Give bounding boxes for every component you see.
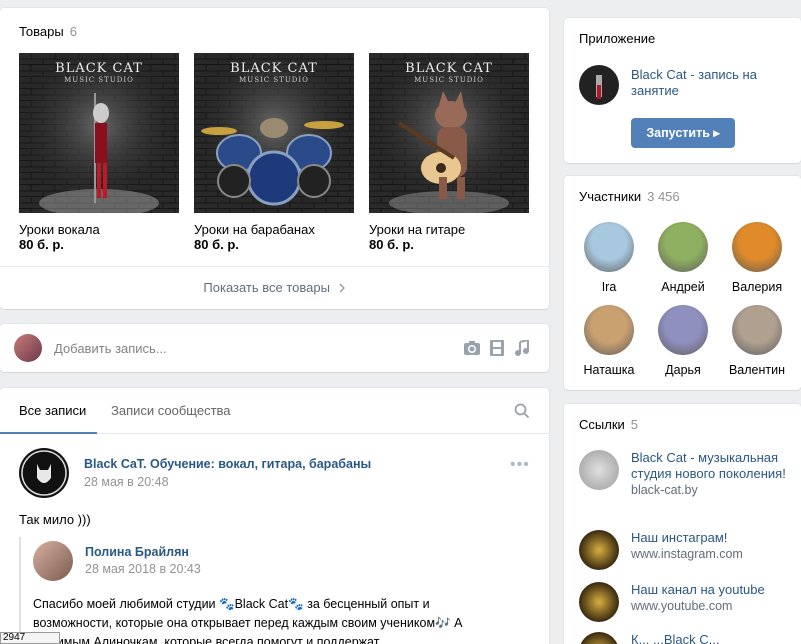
member-avatar[interactable]: [584, 305, 634, 355]
products-title[interactable]: Товары 6: [19, 24, 77, 39]
camera-icon[interactable]: [463, 340, 481, 356]
music-icon[interactable]: [515, 340, 529, 356]
member-name[interactable]: Ira: [574, 280, 644, 294]
link-avatar: [579, 530, 619, 570]
product-price: 80 б. р.: [19, 237, 64, 252]
app-card: Приложение Black Cat - запись на занятие…: [564, 18, 801, 163]
product-price: 80 б. р.: [369, 237, 414, 252]
links-title[interactable]: Ссылки 5: [579, 417, 638, 432]
link-title[interactable]: Наш канал на youtube: [631, 582, 791, 598]
tab-community-posts[interactable]: Записи сообщества: [111, 403, 231, 418]
product-item[interactable]: BLACK CAT MUSIC STUDIO Уроки на гитаре 8…: [369, 53, 529, 252]
link-url: black-cat.by: [631, 483, 698, 497]
member-name[interactable]: Андрей: [648, 280, 718, 294]
link-item[interactable]: Black Cat - музыкальная студия нового по…: [579, 450, 789, 522]
product-name[interactable]: Уроки вокала: [19, 222, 179, 237]
video-icon[interactable]: [490, 340, 504, 356]
divider: [0, 266, 549, 267]
member-name[interactable]: Наташка: [574, 363, 644, 377]
search-icon[interactable]: [514, 403, 530, 419]
repost-text: Спасибо моей любимой студии 🐾Black Cat🐾 …: [33, 597, 463, 644]
link-avatar: [579, 632, 619, 644]
avatar[interactable]: [14, 334, 42, 362]
product-image[interactable]: BLACK CAT MUSIC STUDIO: [19, 53, 179, 213]
launch-app-button[interactable]: Запустить ▸: [631, 118, 735, 148]
repost-time[interactable]: 28 мая 2018 в 20:43: [85, 562, 201, 576]
link-title[interactable]: Black Cat - музыкальная студия нового по…: [631, 450, 791, 482]
member-item[interactable]: Валентин: [722, 305, 792, 377]
active-tab-indicator: [0, 432, 97, 434]
product-name[interactable]: Уроки на барабанах: [194, 222, 354, 237]
link-title[interactable]: Наш инстаграм!: [631, 530, 791, 546]
product-logo: BLACK CAT: [55, 61, 143, 76]
repost-line: [19, 537, 21, 644]
link-item[interactable]: Наш инстаграм! www.instagram.com: [579, 530, 789, 570]
product-name[interactable]: Уроки на гитаре: [369, 222, 529, 237]
app-card-title: Приложение: [579, 31, 656, 46]
link-url: www.instagram.com: [631, 547, 743, 561]
app-avatar[interactable]: [579, 65, 619, 105]
posts-card: Все записи Записи сообщества Black CaT. …: [0, 388, 549, 644]
member-item[interactable]: Дарья: [648, 305, 718, 377]
products-card: Товары 6 BLACK CAT MUSIC STUDIO Уроки во…: [0, 8, 549, 309]
app-logo-icon: [596, 75, 602, 99]
product-item[interactable]: BLACK CAT MUSIC STUDIO Уроки на барабана…: [194, 53, 354, 252]
members-title[interactable]: Участники 3 456: [579, 189, 680, 204]
member-item[interactable]: Андрей: [648, 222, 718, 294]
link-item[interactable]: Наш канал на youtube www.youtube.com: [579, 582, 789, 622]
members-card: Участники 3 456 Ira Андрей Валерия Наташка Да…: [564, 176, 801, 390]
chevron-right-icon: [339, 283, 345, 293]
member-name[interactable]: Валентин: [722, 363, 792, 377]
product-logo-sub: MUSIC STUDIO: [239, 76, 309, 84]
product-item[interactable]: BLACK CAT MUSIC STUDIO Уроки вокала 80 б…: [19, 53, 179, 252]
add-post-card: Добавить запись...: [0, 324, 549, 372]
cat-logo-icon: [21, 450, 67, 496]
add-post-input[interactable]: Добавить запись...: [54, 341, 167, 356]
repost-avatar[interactable]: [33, 541, 73, 581]
post-text: Так мило ))): [19, 512, 91, 527]
repost-author[interactable]: Полина Брайлян: [85, 545, 189, 559]
member-avatar[interactable]: [732, 305, 782, 355]
link-url: www.youtube.com: [631, 599, 733, 613]
status-bar: 2947: [0, 632, 60, 644]
show-all-products-link[interactable]: Показать все товары: [0, 280, 549, 295]
member-item[interactable]: Наташка: [574, 305, 644, 377]
link-avatar: [579, 582, 619, 622]
post-tabs: Все записи Записи сообщества: [0, 388, 549, 434]
link-avatar: [579, 450, 619, 490]
member-avatar[interactable]: [658, 222, 708, 272]
member-avatar[interactable]: [732, 222, 782, 272]
product-logo-sub: MUSIC STUDIO: [64, 76, 134, 84]
more-options-icon[interactable]: •••: [510, 456, 530, 474]
post-author[interactable]: Black CaT. Обучение: вокал, гитара, бара…: [84, 457, 371, 471]
product-logo-sub: MUSIC STUDIO: [414, 76, 484, 84]
links-card: Ссылки 5 Black Cat - музыкальная студия н…: [564, 404, 801, 644]
product-logo: BLACK CAT: [405, 61, 493, 76]
product-price: 80 б. р.: [194, 237, 239, 252]
member-avatar[interactable]: [658, 305, 708, 355]
product-image[interactable]: BLACK CAT MUSIC STUDIO: [369, 53, 529, 213]
link-item[interactable]: К... ...Black C...: [579, 632, 789, 644]
member-name[interactable]: Валерия: [722, 280, 792, 294]
product-image[interactable]: BLACK CAT MUSIC STUDIO: [194, 53, 354, 213]
link-title[interactable]: К... ...Black C...: [631, 632, 791, 644]
member-name[interactable]: Дарья: [648, 363, 718, 377]
post-time[interactable]: 28 мая в 20:48: [84, 475, 169, 489]
tab-all-posts[interactable]: Все записи: [19, 403, 86, 418]
app-name[interactable]: Black Cat - запись на занятие: [631, 67, 791, 99]
member-item[interactable]: Ira: [574, 222, 644, 294]
member-item[interactable]: Валерия: [722, 222, 792, 294]
member-avatar[interactable]: [584, 222, 634, 272]
product-logo: BLACK CAT: [230, 61, 318, 76]
community-avatar[interactable]: [19, 448, 69, 498]
